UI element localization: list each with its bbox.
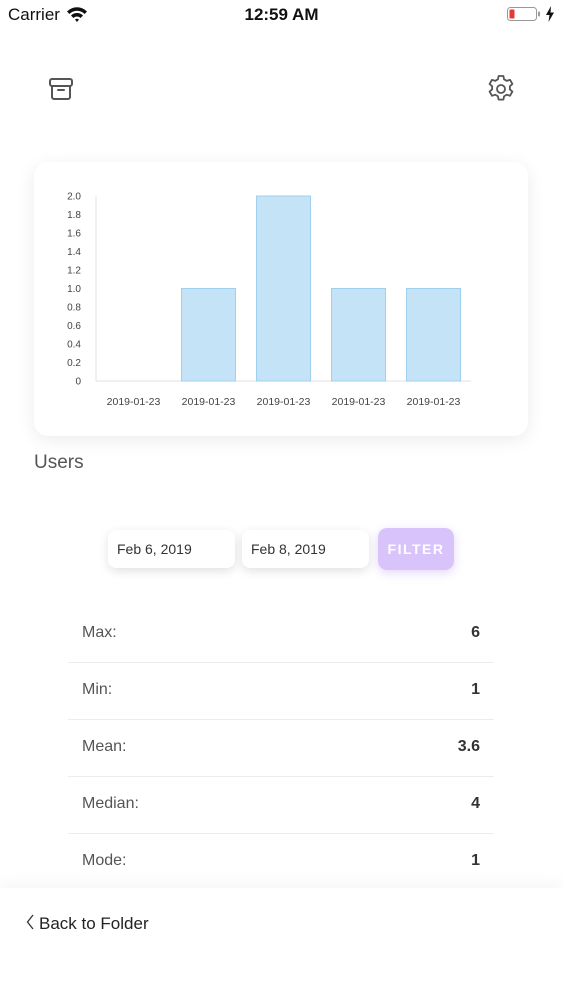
bottom-bar: Back to Folder (0, 888, 563, 1000)
y-tick-label: 1.8 (67, 210, 81, 221)
stat-value: 6 (471, 624, 480, 641)
stat-row-max: Max: 6 (68, 606, 494, 663)
chevron-left-icon (26, 914, 34, 935)
y-tick-label: 0.2 (67, 358, 81, 369)
chart-bar (331, 288, 386, 382)
y-tick-label: 0 (75, 377, 81, 388)
archive-icon (44, 78, 78, 110)
gear-icon (484, 75, 518, 110)
y-tick-label: 0.6 (67, 321, 81, 332)
stat-row-mean: Mean: 3.6 (68, 720, 494, 777)
x-tick-label: 2019-01-23 (182, 396, 236, 408)
y-tick-label: 1.4 (67, 247, 81, 258)
to-date-field[interactable]: Feb 8, 2019 (242, 530, 369, 568)
settings-button[interactable] (484, 72, 518, 106)
stat-label: Min: (82, 681, 113, 698)
stat-label: Median: (82, 795, 139, 812)
stat-row-median: Median: 4 (68, 777, 494, 834)
status-time: 12:59 AM (244, 5, 319, 24)
y-tick-label: 1.2 (67, 266, 81, 277)
x-tick-label: 2019-01-23 (257, 396, 311, 408)
chart-card: 0 0.2 0.4 0.6 0.8 1.0 1.2 1.4 1.6 1.8 2.0 2019-01-2… (34, 162, 528, 436)
stat-label: Mean: (82, 738, 127, 755)
bar-chart: 0 0.2 0.4 0.6 0.8 1.0 1.2 1.4 1.6 1.8 2.0 2019-01-2… (67, 192, 471, 408)
chart-bar (181, 288, 236, 382)
stat-label: Max: (82, 624, 117, 641)
y-tick-label: 0.4 (67, 340, 81, 351)
chart-bar (256, 195, 311, 382)
battery-icon (507, 5, 541, 28)
y-tick-label: 1.6 (67, 229, 81, 240)
archive-button[interactable] (44, 72, 78, 106)
y-tick-label: 2.0 (67, 192, 81, 203)
stat-label: Mode: (82, 852, 127, 869)
stat-value: 1 (471, 681, 480, 698)
section-title: Users (34, 452, 84, 473)
back-to-folder-button[interactable]: Back to Folder (26, 912, 149, 936)
stat-value: 3.6 (457, 738, 480, 755)
x-tick-label: 2019-01-23 (332, 396, 386, 408)
status-bar: Carrier 12:59 AM (0, 0, 563, 30)
back-label: Back to Folder (39, 914, 149, 933)
y-tick-label: 0.8 (67, 303, 81, 314)
chart-bar (406, 288, 461, 382)
stat-row-mode: Mode: 1 (68, 834, 494, 890)
stats-list: Max: 6 Min: 1 Mean: 3.6 Median: 4 Mode: … (68, 606, 494, 890)
y-tick-label: 1.0 (67, 284, 81, 295)
stat-value: 4 (471, 795, 480, 812)
x-tick-label: 2019-01-23 (407, 396, 461, 408)
from-date-field[interactable]: Feb 6, 2019 (108, 530, 235, 568)
stat-value: 1 (471, 852, 480, 869)
stat-row-min: Min: 1 (68, 663, 494, 720)
filter-button[interactable]: FILTER (378, 528, 454, 570)
charging-bolt-icon (545, 5, 555, 28)
x-tick-label: 2019-01-23 (107, 396, 161, 408)
